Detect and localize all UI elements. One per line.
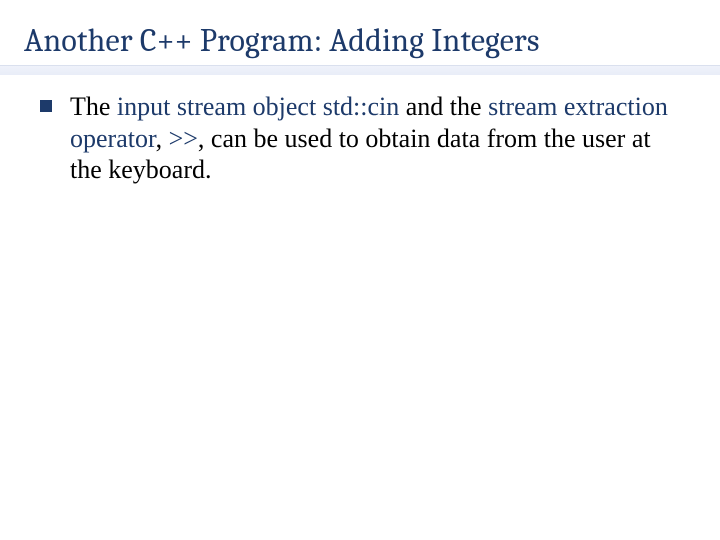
square-bullet-icon <box>40 100 52 112</box>
keyword-text: std::cin <box>323 92 400 121</box>
bullet-text: The input stream object std::cin and the… <box>70 91 680 186</box>
plain-text: The <box>70 92 117 121</box>
slide-title: Another C++ Program: Adding Integers <box>0 0 720 63</box>
title-underline <box>0 65 720 75</box>
plain-text: and the <box>399 92 488 121</box>
keyword-text: input stream object <box>117 92 316 121</box>
slide: Another C++ Program: Adding Integers The… <box>0 0 720 540</box>
bullet-item: The input stream object std::cin and the… <box>40 91 680 186</box>
plain-text: , <box>156 124 169 153</box>
slide-body: The input stream object std::cin and the… <box>0 75 720 186</box>
keyword-text: >> <box>169 124 198 153</box>
